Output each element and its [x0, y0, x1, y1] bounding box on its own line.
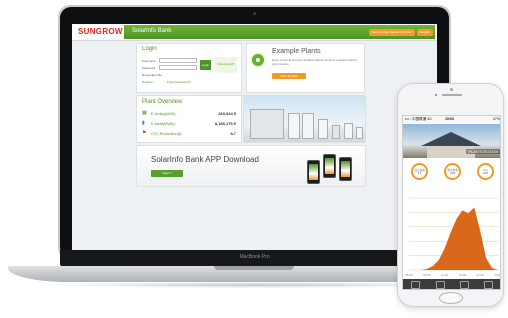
login-heading: Login: [142, 46, 157, 52]
stat-circle: CO₂ 1083: [477, 163, 494, 180]
login-button[interactable]: Login: [200, 60, 211, 70]
inverter-product-image: [243, 95, 366, 143]
plant-photo: PLANTLEC4104: [403, 124, 500, 158]
chart-x-tick-label: 14:00: [459, 273, 467, 277]
overview-label: CO₂ Reduction(t):: [151, 131, 183, 136]
status-bar: •••◦◦ 中国联通 4G 15:03 47%: [403, 116, 500, 123]
phone-sensor-icon: [450, 88, 453, 91]
power-chart-svg: 05:00 08:00 11:00 14:00 17:00 20:00: [405, 197, 501, 277]
promo-stage: SUNGROW SolarInfo Bank Home | User Manua…: [0, 0, 508, 318]
battery-label: 47%: [492, 117, 500, 121]
stat-value: 8.6: [417, 172, 422, 175]
stat-circles: 当日发电 8.6 累计发电 1083 CO₂ 1083: [403, 162, 500, 184]
chart-x-tick-label: 20:00: [494, 273, 501, 277]
password-label: Password: [142, 66, 156, 70]
cabinet-inverter: [302, 113, 314, 139]
overview-value: 8,185,175.9: [214, 121, 236, 126]
app-view-button[interactable]: View>>: [151, 170, 183, 177]
qr-code: Download APP: [215, 57, 237, 73]
app-download-heading: SolarInfo Bank APP Download: [151, 155, 259, 164]
solar-panel-icon: ▦: [142, 110, 147, 116]
string-inverter: [344, 123, 353, 139]
forgot-password-link[interactable]: Forgot password?: [167, 80, 191, 84]
overview-value: 283,944.5: [218, 111, 236, 116]
phone-screen: •••◦◦ 中国联通 4G 15:03 47% PLANTLEC4104 当日发…: [402, 115, 501, 290]
login-panel: Login Username Password Login Remember M…: [136, 43, 242, 93]
laptop-chin: MacBook Pro: [60, 250, 449, 266]
house-roof: [421, 132, 481, 146]
password-input[interactable]: [159, 65, 197, 70]
sungrow-logo[interactable]: SUNGROW: [78, 27, 123, 36]
overview-row-etotal: ▮ E-total(MWh): 8,185,175.9: [142, 120, 238, 127]
laptop-camera-icon: [253, 12, 256, 15]
overview-row-co2: ⚑ CO₂ Reduction(t): 8.7: [142, 130, 238, 137]
power-chart: 05:00 08:00 11:00 14:00 17:00 20:00: [403, 188, 501, 280]
example-plants-panel: Example Plants Have a look at how the So…: [246, 43, 365, 93]
chart-x-tick-label: 08:00: [423, 273, 431, 277]
plant-name: PLANTLEC4104: [466, 149, 500, 154]
string-inverter: [332, 125, 340, 139]
laptop-notch: [214, 266, 294, 270]
cabinet-inverter: [318, 119, 328, 139]
remember-me-checkbox[interactable]: Remember Me: [142, 73, 162, 77]
stat-circle: 累计发电 1083: [444, 163, 461, 180]
overview-value: 8.7: [230, 131, 236, 136]
app-download-banner: SolarInfo Bank APP Download View>>: [136, 145, 366, 187]
stat-value: 1083: [482, 172, 489, 175]
string-inverter: [356, 127, 363, 139]
register-link[interactable]: Register: [142, 80, 153, 84]
phone-preview-image: [307, 160, 320, 184]
site-title-bar: SolarInfo Bank Home | User Manual | Cont…: [124, 25, 435, 39]
example-heading: Example Plants: [272, 48, 321, 55]
plant-tab-icon[interactable]: [436, 281, 445, 289]
settings-tab-icon[interactable]: [484, 281, 493, 289]
phone-speaker: [442, 94, 462, 96]
energy-icon: ▮: [142, 120, 145, 126]
bottom-tab-bar: [403, 279, 500, 289]
phone-preview-image: [323, 154, 336, 178]
username-label: Username: [142, 59, 156, 63]
laptop-model-label: MacBook Pro: [239, 254, 270, 260]
plant-overview-panel: Plant Overview ▦ E-today(kWh): 283,944.5…: [136, 95, 242, 143]
container-inverter: [250, 109, 284, 139]
phone-preview-image: [339, 157, 352, 181]
clock: 15:03: [445, 117, 454, 121]
language-select[interactable]: English: [417, 29, 433, 36]
co2-icon: ⚑: [142, 130, 147, 136]
example-description: Have a look at how the SolarInfo Bank mo…: [272, 58, 357, 66]
home-tab-icon[interactable]: [411, 281, 420, 289]
site-header: SUNGROW SolarInfo Bank Home | User Manua…: [72, 24, 437, 41]
site-title: SolarInfo Bank: [132, 28, 172, 34]
username-input[interactable]: [159, 58, 197, 63]
cabinet-inverter: [288, 113, 300, 139]
share-tab-icon[interactable]: [460, 281, 469, 289]
chart-x-tick-label: 05:00: [405, 273, 413, 277]
stat-circle: 当日发电 8.6: [411, 163, 428, 180]
phone-camera-icon: [435, 94, 437, 96]
stat-value: 1083: [449, 172, 456, 175]
laptop-screen: SUNGROW SolarInfo Bank Home | User Manua…: [72, 24, 437, 251]
chart-x-tick-label: 17:00: [476, 273, 484, 277]
chart-x-tick-label: 11:00: [441, 273, 449, 277]
home-button[interactable]: [439, 292, 463, 304]
overview-label: E-total(MWh):: [151, 121, 176, 126]
gear-icon: [250, 52, 266, 68]
top-nav-links[interactable]: Home | User Manual | Contact: [368, 29, 415, 36]
overview-row-etoday: ▦ E-today(kWh): 283,944.5: [142, 110, 238, 117]
smartphone: •••◦◦ 中国联通 4G 15:03 47% PLANTLEC4104 当日发…: [397, 83, 504, 307]
carrier-label: •••◦◦ 中国联通 4G: [405, 117, 432, 121]
overview-heading: Plant Overview: [142, 99, 183, 105]
power-area-series: [409, 207, 498, 270]
overview-label: E-today(kWh):: [151, 111, 177, 116]
view-examples-button[interactable]: Click to View: [272, 73, 306, 79]
